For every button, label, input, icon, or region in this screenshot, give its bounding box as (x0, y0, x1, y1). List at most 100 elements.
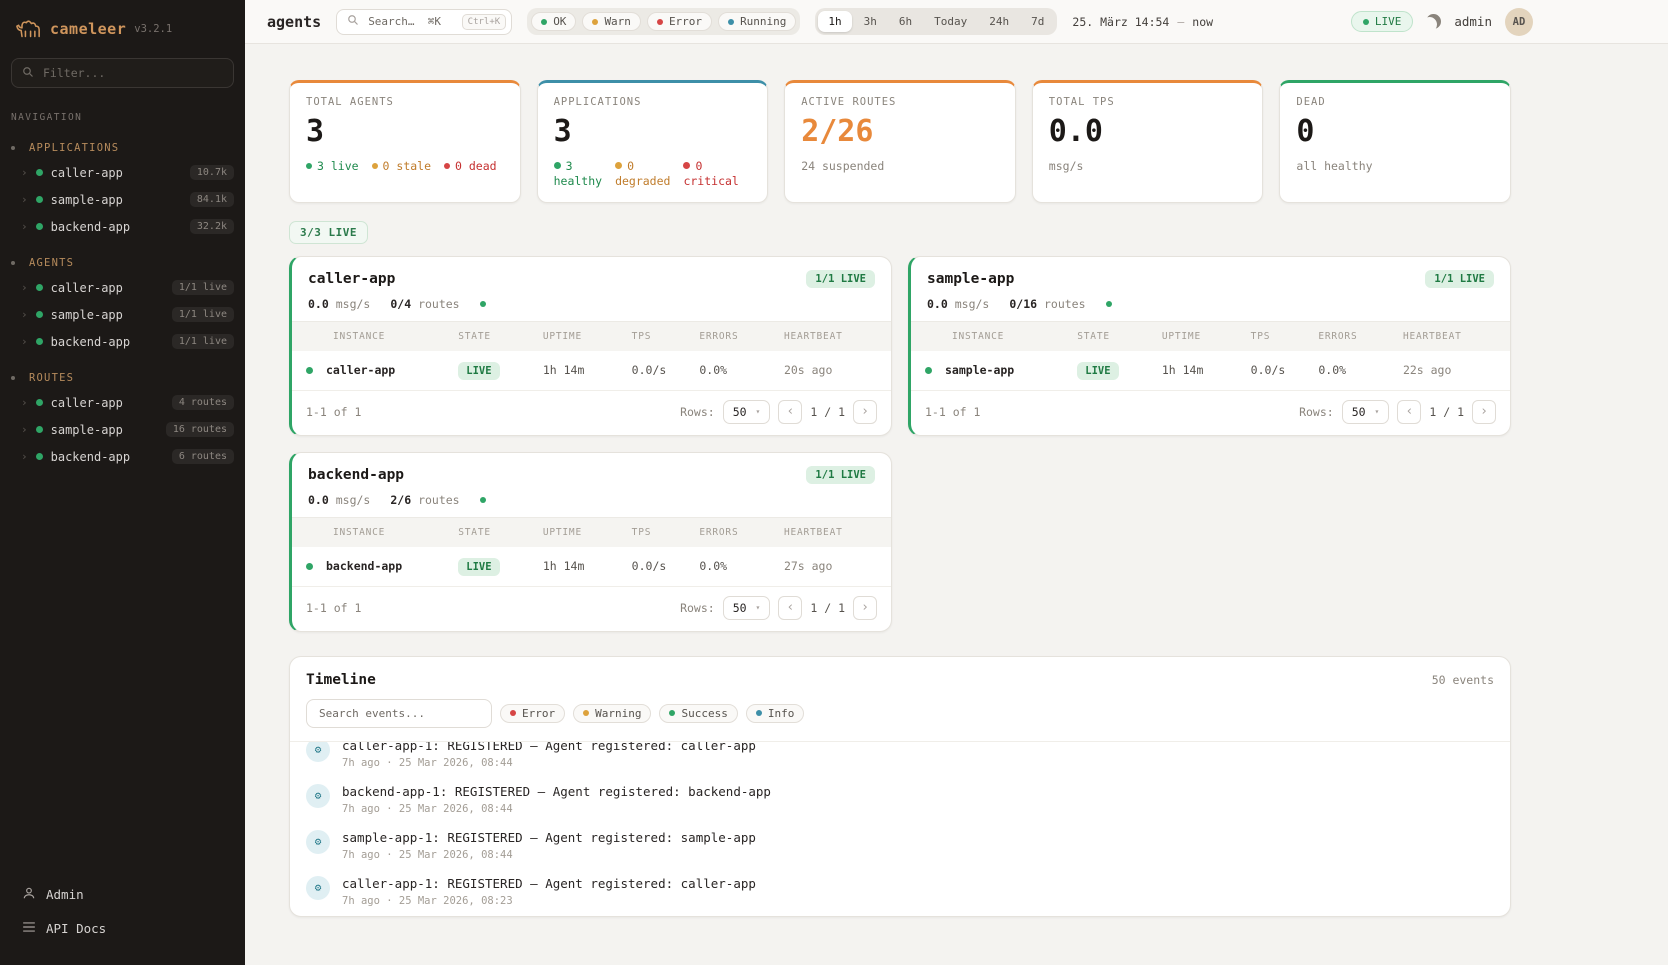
app-card-stats: 0.0 msg/s 2/6 routes (292, 491, 891, 517)
chevron-down-icon: ▾ (756, 603, 761, 612)
cell-instance: caller-app (326, 363, 395, 377)
time-range-1h[interactable]: 1h (818, 11, 851, 32)
page-title: agents (267, 13, 321, 31)
rows-per-page-select[interactable]: 50▾ (723, 400, 771, 424)
tps-value: 0.0 (308, 493, 329, 507)
instance-dot-icon (925, 367, 932, 374)
date-separator: — (1177, 15, 1184, 29)
timeline-event-list[interactable]: ⚙ caller-app-1: REGISTERED — Agent regis… (290, 741, 1510, 916)
next-page-button[interactable]: › (1472, 400, 1496, 424)
sidebar-item-api-docs[interactable]: API Docs (0, 912, 245, 945)
warning-dot-icon (583, 710, 589, 716)
sidebar-item-routes-caller-app[interactable]: › caller-app 4 routes (0, 389, 245, 416)
time-range-7d[interactable]: 7d (1021, 11, 1054, 32)
healthy-dot-icon (554, 162, 561, 169)
timeline-filter-warning[interactable]: Warning (573, 704, 651, 723)
global-search[interactable]: Ctrl+K (336, 9, 512, 35)
sidebar-item-agents-backend-app[interactable]: › backend-app 1/1 live (0, 328, 245, 355)
live-status-badge[interactable]: LIVE (1351, 11, 1414, 32)
avatar[interactable]: AD (1505, 8, 1533, 36)
sidebar-item-admin[interactable]: Admin (0, 877, 245, 912)
info-dot-icon (756, 710, 762, 716)
agents-live: 3 live (317, 159, 359, 173)
live-badge: 1/1 LIVE (806, 270, 875, 288)
prev-page-button[interactable]: ‹ (778, 400, 802, 424)
timeline-search-input[interactable] (317, 706, 481, 721)
timeline-filter-info[interactable]: Info (746, 704, 805, 723)
prev-page-button[interactable]: ‹ (778, 596, 802, 620)
timeline-event[interactable]: ⚙ caller-app-1: REGISTERED — Agent regis… (290, 870, 1510, 913)
health-dot-icon (480, 497, 486, 503)
filter-pill-error[interactable]: Error (647, 12, 712, 31)
section-header-routes[interactable]: ROUTES (0, 367, 245, 389)
filter-pill-ok[interactable]: OK (531, 12, 576, 31)
pill-label: Warn (604, 15, 631, 28)
date-start: 25. März 14:54 (1072, 15, 1169, 29)
status-dot (36, 311, 43, 318)
state-badge: LIVE (458, 362, 499, 380)
sidebar-item-routes-sample-app[interactable]: › sample-app 16 routes (0, 416, 245, 443)
timeline-event[interactable]: ⚙ caller-app-1: REGISTERED — Agent regis… (290, 741, 1510, 775)
sidebar-item-agents-caller-app[interactable]: › caller-app 1/1 live (0, 274, 245, 301)
next-page-button[interactable]: › (853, 596, 877, 620)
item-label: backend-app (51, 450, 130, 464)
tps-unit: msg/s (955, 297, 990, 311)
app-cards-grid: caller-app 1/1 LIVE 0.0 msg/s 0/4 routes… (289, 256, 1511, 632)
time-range-6h[interactable]: 6h (889, 11, 922, 32)
search-input[interactable] (366, 14, 454, 29)
sidebar-item-applications-caller-app[interactable]: › caller-app 10.7k (0, 159, 245, 186)
row-range: 1-1 of 1 (306, 601, 361, 615)
chevron-right-icon: › (21, 166, 28, 179)
live-dot-icon (306, 163, 312, 169)
time-range-3h[interactable]: 3h (854, 11, 887, 32)
stat-label: ACTIVE ROUTES (801, 96, 999, 108)
table-row[interactable]: sample-app LIVE 1h 14m 0.0/s 0.0% 22s ag… (911, 351, 1510, 391)
filter-input[interactable] (41, 65, 223, 81)
rows-per-page-select[interactable]: 50▾ (723, 596, 771, 620)
rows-per-page-select[interactable]: 50▾ (1342, 400, 1390, 424)
time-range-today[interactable]: Today (924, 11, 977, 32)
item-badge: 4 routes (172, 395, 234, 410)
critical-word: critical (683, 174, 738, 188)
sidebar-item-agents-sample-app[interactable]: › sample-app 1/1 live (0, 301, 245, 328)
section-header-agents[interactable]: AGENTS (0, 252, 245, 274)
chevron-right-icon: › (21, 281, 28, 294)
stat-value: 2/26 (801, 116, 999, 148)
section-header-applications[interactable]: APPLICATIONS (0, 137, 245, 159)
sidebar-filter[interactable] (11, 58, 234, 88)
time-range-24h[interactable]: 24h (979, 11, 1019, 32)
event-title: backend-app-1: REGISTERED — Agent regist… (342, 784, 771, 799)
timeline-event[interactable]: ⚙ backend-app-1: REGISTERED — Agent regi… (290, 778, 1510, 821)
col-state: STATE (458, 527, 543, 538)
sidebar-item-applications-sample-app[interactable]: › sample-app 84.1k (0, 186, 245, 213)
timeline-event[interactable]: ⚙ sample-app-1: REGISTERED — Agent regis… (290, 824, 1510, 867)
filter-pill-running[interactable]: Running (718, 12, 796, 31)
timeline-filter-error[interactable]: Error (500, 704, 565, 723)
section-bullet-icon (11, 261, 15, 265)
cell-errors: 0.0% (1318, 363, 1403, 377)
timeline-search[interactable] (306, 699, 492, 728)
instance-dot-icon (306, 367, 313, 374)
item-badge: 32.2k (190, 219, 234, 234)
chevron-right-icon: › (21, 308, 28, 321)
app-version: v3.2.1 (134, 23, 172, 35)
time-range-control: 1h 3h 6h Today 24h 7d (815, 8, 1057, 35)
filter-pill-warn[interactable]: Warn (582, 12, 641, 31)
prev-page-button[interactable]: ‹ (1397, 400, 1421, 424)
dark-mode-toggle-moon-icon[interactable] (1426, 14, 1441, 29)
timeline-filter-success[interactable]: Success (659, 704, 737, 723)
next-page-button[interactable]: › (853, 400, 877, 424)
critical-dot-icon (683, 162, 690, 169)
stale-dot-icon (372, 163, 378, 169)
routes-unit: routes (1044, 297, 1086, 311)
sidebar-item-routes-backend-app[interactable]: › backend-app 6 routes (0, 443, 245, 470)
table-row[interactable]: backend-app LIVE 1h 14m 0.0/s 0.0% 27s a… (292, 547, 891, 587)
page-indicator: 1 / 1 (810, 405, 845, 419)
item-badge: 10.7k (190, 165, 234, 180)
top-bar: agents Ctrl+K OK Warn (245, 0, 1668, 44)
col-instance: INSTANCE (306, 331, 458, 342)
pill-label: Running (740, 15, 786, 28)
table-row[interactable]: caller-app LIVE 1h 14m 0.0/s 0.0% 20s ag… (292, 351, 891, 391)
app-card-stats: 0.0 msg/s 0/16 routes (911, 295, 1510, 321)
sidebar-item-applications-backend-app[interactable]: › backend-app 32.2k (0, 213, 245, 240)
